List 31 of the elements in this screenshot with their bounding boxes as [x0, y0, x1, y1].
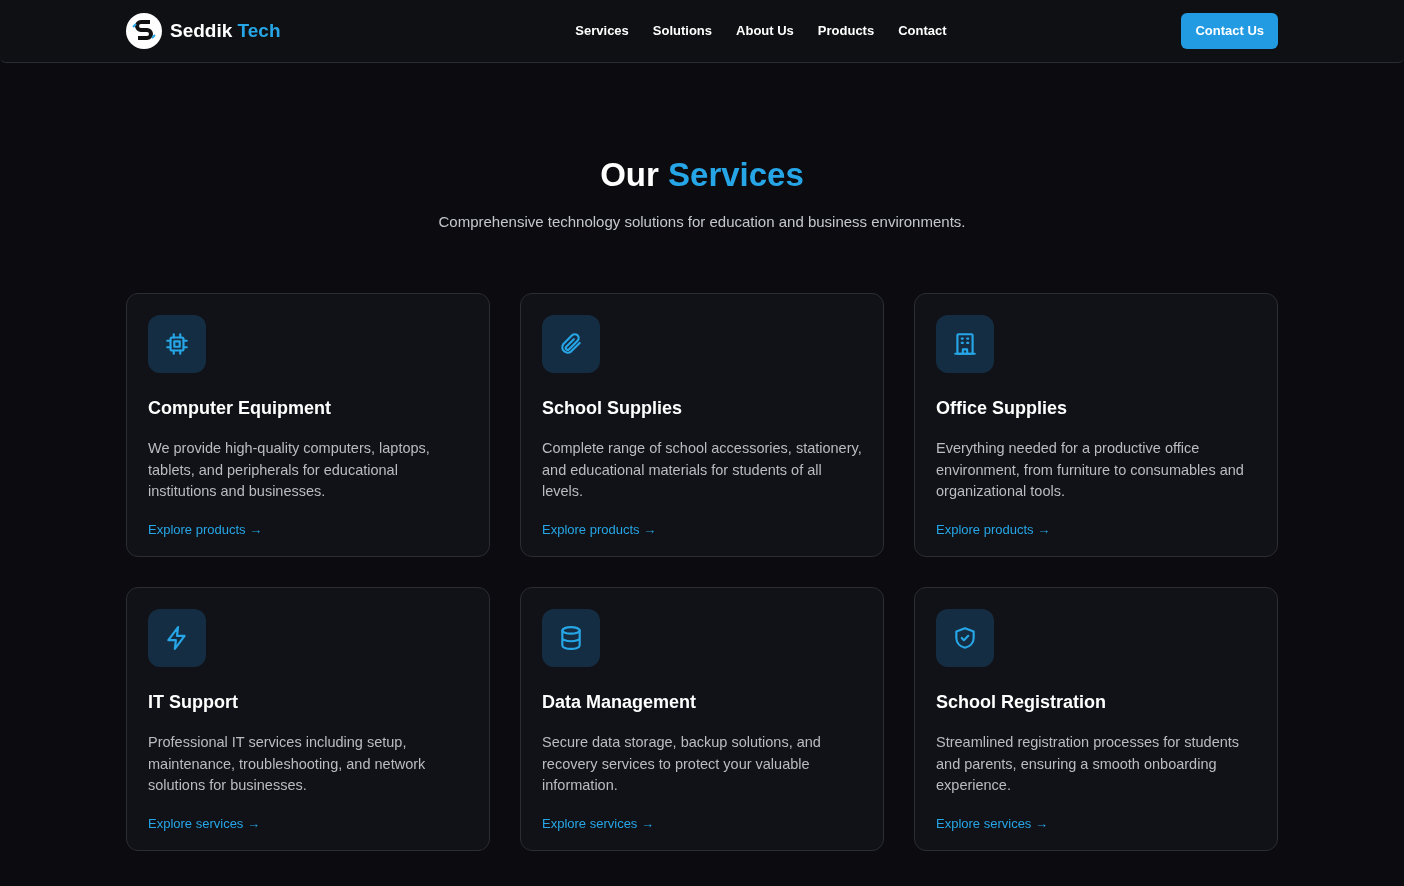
explore-link[interactable]: Explore products →: [936, 521, 1051, 537]
card-description: Streamlined registration processes for students and parents, ensuring a smooth onboarding experience.: [936, 733, 1241, 796]
card-description: We provide high-quality computers, laptops, tablets, and peripherals for educational institutions and businesses.: [148, 439, 431, 502]
explore-link[interactable]: Explore products →: [542, 521, 657, 537]
nav-link[interactable]: Services: [575, 21, 629, 41]
section-title: Our Services: [599, 155, 805, 195]
logo-icon: [126, 13, 162, 49]
shield-check-icon: [952, 625, 978, 652]
card-description: Complete range of school accessories, stationery, and educational materials for students of all levels.: [542, 439, 862, 502]
nav-link[interactable]: Solutions: [652, 21, 713, 41]
database-icon: [558, 625, 584, 652]
explore-link[interactable]: Explore products →: [148, 521, 263, 537]
office-building-icon: [952, 331, 978, 358]
card-title: School Registration: [936, 691, 1107, 715]
card-title: IT Support: [148, 691, 239, 715]
chip-icon: [164, 331, 190, 358]
card-description: Professional IT services including setup, maintenance, troubleshooting, and network solutions for businesses.: [148, 733, 427, 796]
card-description: Secure data storage, backup solutions, and recovery services to protect your valuable information.: [542, 733, 822, 796]
explore-link[interactable]: Explore services →: [936, 815, 1048, 831]
card-title: Data Management: [542, 691, 698, 715]
card-description: Everything needed for a productive office environment, from furniture to consumables and organizational tools.: [936, 439, 1245, 502]
section-subtitle: Comprehensive technology solutions for education and business environments.: [437, 211, 967, 232]
brand-name[interactable]: Seddik Tech: [170, 16, 281, 46]
explore-link[interactable]: Explore services →: [542, 815, 654, 831]
nav-link[interactable]: Contact: [898, 21, 947, 41]
nav-link[interactable]: Products: [817, 21, 875, 41]
card-title: School Supplies: [542, 397, 684, 421]
card-title: Computer Equipment: [148, 397, 332, 421]
explore-link[interactable]: Explore services →: [148, 815, 260, 831]
nav-link[interactable]: About Us: [736, 21, 794, 41]
card-title: Office Supplies: [936, 397, 1069, 421]
